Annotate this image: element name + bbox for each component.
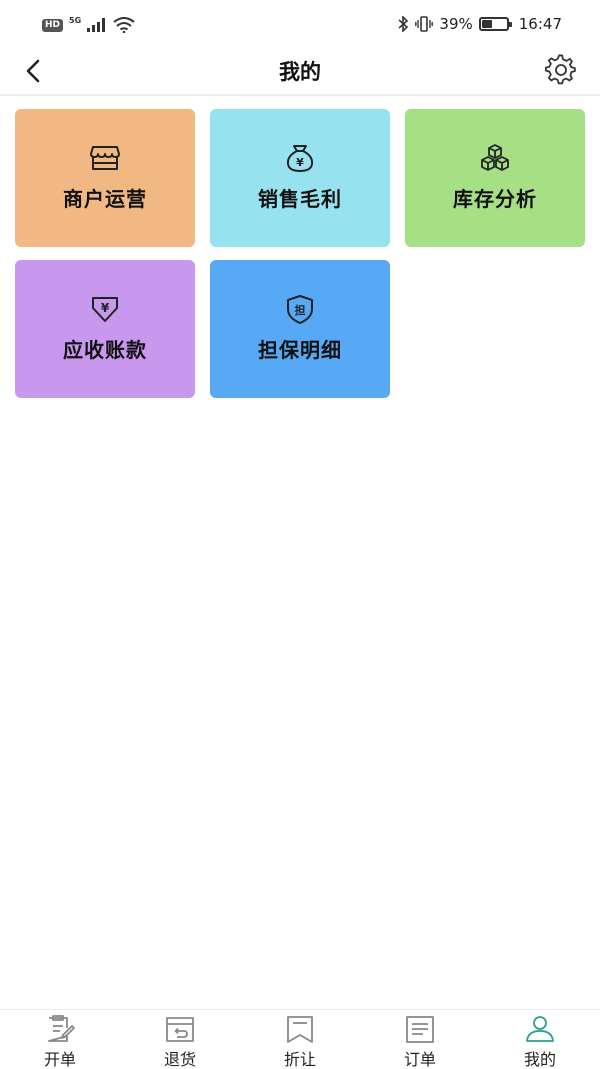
tile-label: 商户运营 (63, 187, 147, 211)
tab-returns[interactable]: 退货 (120, 1010, 240, 1069)
status-right: 39% 16:47 (397, 15, 562, 33)
tile-guarantee-details[interactable]: 担 担保明细 (210, 260, 390, 398)
settings-button[interactable] (544, 54, 578, 86)
tab-label: 折让 (283, 1050, 316, 1069)
boxes-icon (481, 144, 509, 171)
svg-text:¥: ¥ (101, 301, 110, 315)
storefront-icon (90, 146, 120, 170)
tab-orders[interactable]: 订单 (360, 1010, 480, 1069)
order-list-icon (406, 1016, 434, 1043)
wifi-icon (113, 17, 135, 33)
hd-badge: HD (42, 18, 64, 32)
shield-guarantee-icon: 担 (287, 295, 313, 324)
gear-icon (545, 54, 576, 85)
battery-level (481, 20, 492, 28)
bookmark-icon (287, 1016, 313, 1043)
tile-label: 应收账款 (63, 338, 147, 362)
tile-merchant-operations[interactable]: 商户运营 (15, 109, 195, 247)
bottom-tab-bar: 开单 退货 折让 订单 我的 (0, 1009, 600, 1069)
header: 我的 (0, 50, 600, 96)
user-icon (526, 1016, 554, 1042)
page-title: 我的 (279, 60, 321, 84)
svg-text:¥: ¥ (296, 156, 304, 169)
bluetooth-icon (398, 16, 409, 32)
tile-label: 担保明细 (258, 338, 342, 362)
tab-mine[interactable]: 我的 (480, 1010, 600, 1069)
yen-receive-icon: ¥ (92, 297, 118, 322)
signal-icon (87, 18, 106, 32)
battery-icon (478, 17, 512, 31)
network-label: 5G (69, 15, 82, 25)
edit-document-icon (48, 1015, 75, 1042)
money-bag-icon: ¥ (286, 145, 314, 172)
tile-label: 库存分析 (453, 187, 537, 211)
tab-label: 订单 (403, 1050, 436, 1069)
status-bar: HD 5G 39% 16:47 (0, 0, 600, 50)
tile-sales-gross-profit[interactable]: ¥ 销售毛利 (210, 109, 390, 247)
tab-create-order[interactable]: 开单 (0, 1010, 120, 1069)
clock: 16:47 (518, 15, 562, 33)
tab-label: 开单 (43, 1050, 76, 1069)
svg-text:担: 担 (295, 303, 306, 317)
battery-percent: 39% (439, 15, 473, 33)
vibrate-icon (415, 16, 434, 32)
tile-label: 销售毛利 (258, 187, 342, 211)
tab-label: 我的 (523, 1050, 556, 1069)
return-box-icon (166, 1017, 194, 1042)
tile-inventory-analysis[interactable]: 库存分析 (405, 109, 585, 247)
tile-accounts-receivable[interactable]: ¥ 应收账款 (15, 260, 195, 398)
tab-label: 退货 (163, 1050, 196, 1069)
status-left: HD 5G (42, 15, 135, 33)
tab-discount[interactable]: 折让 (240, 1010, 360, 1069)
